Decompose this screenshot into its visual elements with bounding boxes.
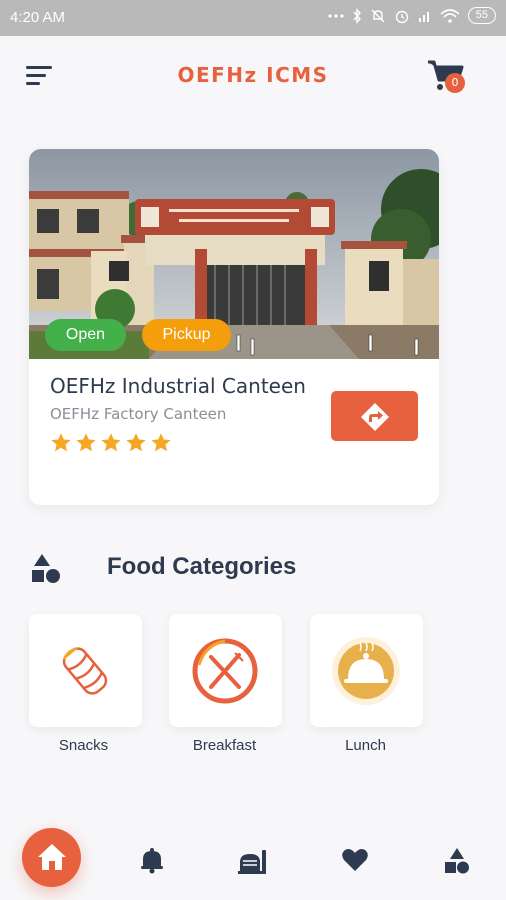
canteen-subtitle: OEFHz Factory Canteen bbox=[50, 405, 227, 423]
bottom-nav bbox=[0, 812, 506, 900]
battery-indicator: 55 bbox=[467, 7, 496, 24]
directions-icon bbox=[361, 403, 389, 431]
status-bar: 4:20 AM 55 bbox=[0, 0, 506, 36]
star-icon bbox=[51, 433, 71, 452]
more-dots-icon bbox=[328, 13, 344, 19]
status-time: 4:20 AM bbox=[10, 9, 66, 26]
bluetooth-icon bbox=[352, 7, 362, 24]
section-title-food-categories: Food Categories bbox=[107, 553, 297, 580]
categories-icon[interactable] bbox=[443, 846, 473, 876]
menu-food-icon[interactable] bbox=[238, 846, 268, 876]
heart-icon[interactable] bbox=[341, 846, 371, 876]
open-status-tag: Open bbox=[45, 319, 126, 351]
category-card-lunch[interactable] bbox=[310, 614, 423, 727]
app-header: OEFHz ICMS bbox=[0, 36, 506, 116]
category-card-breakfast[interactable] bbox=[169, 614, 282, 727]
wifi-icon bbox=[440, 8, 460, 23]
star-icon bbox=[126, 433, 146, 452]
canteen-card[interactable]: Open Pickup OEFHz Industrial Canteen OEF… bbox=[29, 149, 439, 505]
bell-icon[interactable] bbox=[138, 846, 168, 876]
nav-home-button[interactable] bbox=[22, 828, 81, 887]
category-card-snacks[interactable] bbox=[29, 614, 142, 727]
plate-fork-knife-icon bbox=[189, 635, 261, 707]
category-label-breakfast: Breakfast bbox=[192, 737, 257, 754]
category-label-snacks: Snacks bbox=[58, 737, 109, 754]
burrito-icon bbox=[49, 635, 121, 707]
star-icon bbox=[76, 433, 96, 452]
status-icons: 55 bbox=[328, 7, 496, 24]
cloche-icon bbox=[330, 635, 402, 707]
cart-count-badge: 0 bbox=[445, 73, 465, 93]
category-label-lunch: Lunch bbox=[345, 737, 386, 754]
pickup-tag: Pickup bbox=[142, 319, 231, 351]
rating-stars bbox=[50, 432, 172, 454]
categories-shapes-icon bbox=[30, 552, 62, 584]
signal-icon bbox=[418, 9, 432, 23]
alarm-icon bbox=[394, 8, 410, 24]
canteen-name: OEFHz Industrial Canteen bbox=[50, 374, 306, 398]
mute-bell-icon bbox=[370, 8, 386, 24]
directions-button[interactable] bbox=[331, 391, 418, 441]
home-icon bbox=[38, 844, 66, 870]
star-icon bbox=[101, 433, 121, 452]
star-icon bbox=[151, 433, 171, 452]
